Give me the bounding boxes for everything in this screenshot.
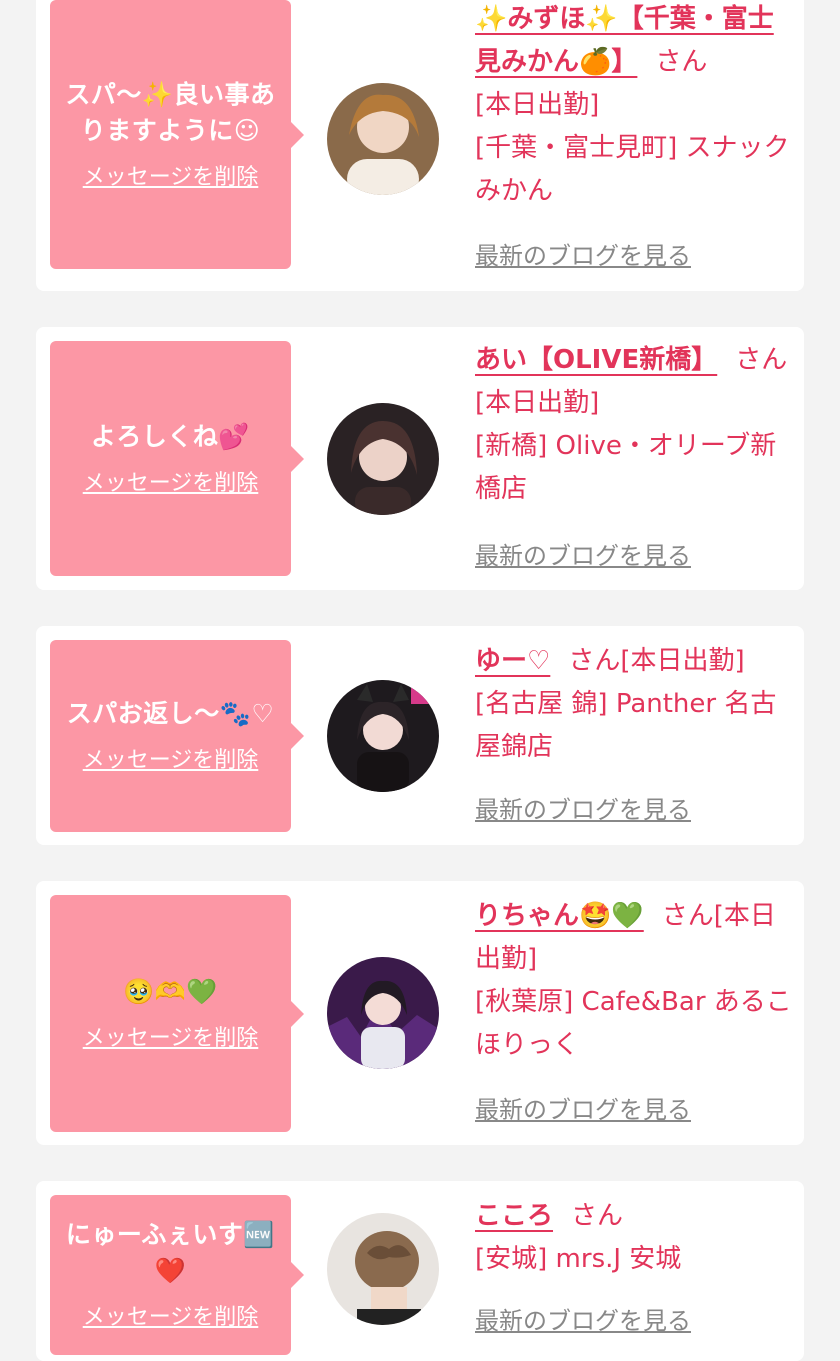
shop-name: [秋葉原] Cafe&Bar あるこほりっく [475, 987, 792, 1060]
work-status: [本日出勤] [620, 646, 745, 676]
message-text: にゅーふぇいす🆕❤️ [65, 1220, 276, 1285]
shop-name: [名古屋 錦] Panther 名古屋錦店 [475, 689, 777, 762]
cast-info: ✨みずほ✨【千葉・富士見みかん🍊】 さん [本日出勤] [千葉・富士見町] スナッ… [475, 0, 793, 213]
delete-message-link[interactable]: メッセージを削除 [83, 1303, 259, 1333]
cast-name-link[interactable]: ✨みずほ✨【千葉・富士見みかん🍊】 [475, 4, 774, 77]
latest-blog-link[interactable]: 最新のブログを見る [475, 540, 691, 572]
cast-name-link[interactable]: こころ [475, 1201, 553, 1231]
avatar[interactable] [327, 83, 439, 195]
message-bubble: スパ〜✨良い事ありますように☺ メッセージを削除 [50, 0, 304, 269]
message-text: よろしくね💕 [90, 421, 251, 451]
message-card: スパお返し〜🐾♡ メッセージを削除 ゆー♡ さん[本日出勤] [名古屋 錦] Pa… [36, 626, 804, 845]
shop-name: [新橋] Olive・オリーブ新橋店 [475, 431, 777, 504]
message-card: にゅーふぇいす🆕❤️ メッセージを削除 こころ さん [安城] mrs.J 安城 … [36, 1181, 804, 1361]
message-card: 🥹🫶💚 メッセージを削除 りちゃん🤩💚 さん[本日出勤] [秋葉原] Cafe&B… [36, 881, 804, 1145]
cast-info: ゆー♡ さん[本日出勤] [名古屋 錦] Panther 名古屋錦店 [475, 640, 793, 769]
avatar[interactable] [327, 1213, 439, 1325]
shop-name: [千葉・富士見町] スナックみかん [475, 133, 790, 206]
delete-message-link[interactable]: メッセージを削除 [83, 746, 259, 776]
message-bubble: スパお返し〜🐾♡ メッセージを削除 [50, 640, 304, 832]
cast-name-link[interactable]: りちゃん🤩💚 [475, 901, 644, 931]
latest-blog-link[interactable]: 最新のブログを見る [475, 1305, 691, 1337]
cast-info: こころ さん [安城] mrs.J 安城 [475, 1195, 793, 1281]
honorific: さん [571, 1201, 624, 1231]
cast-name-link[interactable]: あい【OLIVE新橋】 [475, 345, 717, 375]
latest-blog-link[interactable]: 最新のブログを見る [475, 1094, 691, 1126]
latest-blog-link[interactable]: 最新のブログを見る [475, 794, 691, 826]
delete-message-link[interactable]: メッセージを削除 [83, 469, 259, 499]
cast-name-link[interactable]: ゆー♡ [475, 646, 550, 676]
message-card: よろしくね💕 メッセージを削除 あい【OLIVE新橋】 さん [本日出勤] [新橋]… [36, 327, 804, 590]
delete-message-link[interactable]: メッセージを削除 [83, 1024, 259, 1054]
message-text: スパお返し〜🐾♡ [66, 699, 275, 728]
work-status: [本日出勤] [475, 388, 600, 418]
honorific: さん [655, 47, 708, 77]
message-bubble: よろしくね💕 メッセージを削除 [50, 341, 304, 576]
latest-blog-link[interactable]: 最新のブログを見る [475, 240, 691, 272]
cast-info: りちゃん🤩💚 さん[本日出勤] [秋葉原] Cafe&Bar あるこほりっく [475, 895, 793, 1067]
honorific: さん [568, 646, 621, 676]
message-bubble: にゅーふぇいす🆕❤️ メッセージを削除 [50, 1195, 304, 1355]
message-card: スパ〜✨良い事ありますように☺ メッセージを削除 ✨みずほ✨【千葉・富士見みかん… [36, 0, 804, 291]
cast-info: あい【OLIVE新橋】 さん [本日出勤] [新橋] Olive・オリーブ新橋店 [475, 339, 793, 511]
message-bubble: 🥹🫶💚 メッセージを削除 [50, 895, 304, 1132]
honorific: さん [735, 345, 788, 375]
avatar[interactable] [327, 680, 439, 792]
message-text: スパ〜✨良い事ありますように☺ [65, 79, 276, 145]
delete-message-link[interactable]: メッセージを削除 [83, 163, 259, 193]
work-status: [本日出勤] [475, 90, 600, 120]
shop-name: [安城] mrs.J 安城 [475, 1244, 682, 1274]
avatar[interactable] [327, 957, 439, 1069]
avatar[interactable] [327, 403, 439, 515]
message-text: 🥹🫶💚 [123, 976, 218, 1006]
honorific: さん [661, 901, 714, 931]
